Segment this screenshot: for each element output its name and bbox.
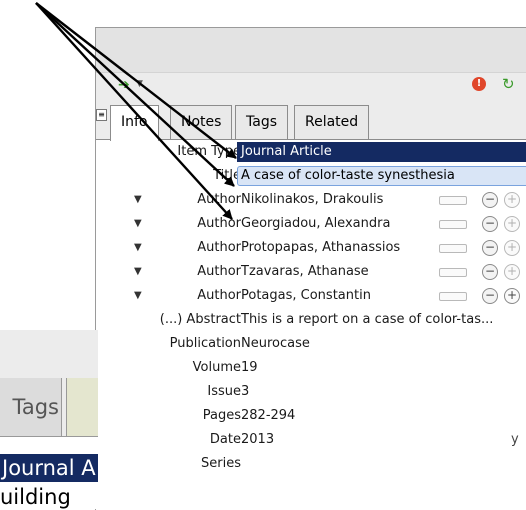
field-label: Issue bbox=[207, 384, 241, 399]
green-right-arrow-icon[interactable]: ➔ bbox=[118, 77, 130, 93]
pages-field[interactable]: 282-294 bbox=[241, 408, 295, 423]
add-author-icon[interactable]: + bbox=[504, 192, 520, 208]
author-name[interactable]: Nikolinakos, Drakoulis bbox=[241, 192, 383, 207]
chevron-down-icon[interactable]: ▼ bbox=[136, 79, 143, 89]
remove-author-icon[interactable]: − bbox=[482, 264, 498, 280]
collapse-toggle-icon[interactable]: ≡ bbox=[96, 109, 107, 121]
error-icon[interactable]: ! bbox=[472, 77, 486, 91]
add-author-icon[interactable]: + bbox=[504, 240, 520, 256]
issue-field[interactable]: 3 bbox=[241, 384, 249, 399]
field-label: Volume bbox=[192, 360, 241, 375]
add-author-icon[interactable]: + bbox=[504, 216, 520, 232]
date-field[interactable]: 2013 bbox=[241, 432, 274, 447]
creator-type-dropdown-icon[interactable]: ▼ bbox=[134, 266, 142, 277]
field-label[interactable]: Author bbox=[197, 216, 241, 231]
abstract-field[interactable]: This is a report on a case of color-tas.… bbox=[241, 312, 493, 327]
author-row: ▼ Author Nikolinakos, Drakoulis − + bbox=[96, 188, 526, 212]
swap-name-icon[interactable] bbox=[439, 220, 467, 229]
publication-field[interactable]: Neurocase bbox=[241, 336, 310, 351]
field-label[interactable]: Author bbox=[197, 264, 241, 279]
field-row-abstract: (...) Abstract This is a report on a cas… bbox=[96, 308, 526, 332]
field-row-volume: Volume 19 bbox=[96, 356, 526, 380]
author-name[interactable]: Georgiadou, Alexandra bbox=[241, 216, 390, 231]
inset-next-text: uilding bbox=[0, 486, 71, 509]
creator-type-dropdown-icon[interactable]: ▼ bbox=[134, 194, 142, 205]
field-label: Publication bbox=[169, 336, 241, 351]
tab-tags[interactable]: Tags bbox=[235, 105, 288, 139]
sync-icon[interactable]: ↻ bbox=[502, 75, 515, 93]
date-format-indicator: y bbox=[511, 432, 519, 447]
field-row-pages: Pages 282-294 bbox=[96, 404, 526, 428]
inset-tab-tags: Tags bbox=[0, 378, 62, 436]
creator-type-dropdown-icon[interactable]: ▼ bbox=[134, 218, 142, 229]
swap-name-icon[interactable] bbox=[439, 292, 467, 301]
inset-tab-related bbox=[66, 378, 98, 436]
inset-tabstrip: Tags bbox=[0, 358, 98, 437]
field-row-date: Date 2013 y bbox=[96, 428, 526, 452]
swap-name-icon[interactable] bbox=[439, 268, 467, 277]
field-row-title: Title A case of color-taste synesthesia bbox=[96, 164, 526, 188]
tab-info[interactable]: Info bbox=[110, 105, 159, 141]
field-label: Series bbox=[201, 456, 241, 471]
title-bar bbox=[96, 28, 526, 73]
add-author-icon[interactable]: + bbox=[504, 264, 520, 280]
field-label[interactable]: Author bbox=[197, 288, 241, 303]
swap-name-icon[interactable] bbox=[439, 196, 467, 205]
author-row: ▼ Author Georgiadou, Alexandra − + bbox=[96, 212, 526, 236]
inset-toolbar bbox=[0, 330, 98, 358]
field-label: Date bbox=[209, 432, 241, 447]
item-type-select[interactable]: Journal Article bbox=[237, 142, 526, 162]
creator-type-dropdown-icon[interactable]: ▼ bbox=[134, 242, 142, 253]
remove-author-icon[interactable]: − bbox=[482, 240, 498, 256]
volume-field[interactable]: 19 bbox=[241, 360, 258, 375]
author-name[interactable]: Protopapas, Athanassios bbox=[241, 240, 400, 255]
inset-selected-text: Journal A bbox=[0, 454, 98, 482]
author-row: ▼ Author Protopapas, Athanassios − + bbox=[96, 236, 526, 260]
tab-notes[interactable]: Notes bbox=[170, 105, 233, 139]
field-label[interactable]: Author bbox=[197, 192, 241, 207]
add-author-icon[interactable]: + bbox=[504, 288, 520, 304]
toolbar: ➔ ▼ ! ↻ bbox=[96, 73, 526, 99]
item-pane-window: ➔ ▼ ! ↻ Info Notes Tags Related ≡ Item T… bbox=[95, 27, 526, 510]
field-row-issue: Issue 3 bbox=[96, 380, 526, 404]
field-row-publication: Publication Neurocase bbox=[96, 332, 526, 356]
item-tabs: Info Notes Tags Related bbox=[96, 99, 526, 141]
field-label: Pages bbox=[202, 408, 241, 423]
field-label[interactable]: Author bbox=[197, 240, 241, 255]
author-name[interactable]: Tzavaras, Athanase bbox=[241, 264, 369, 279]
field-label: Item Type bbox=[177, 144, 241, 159]
field-row-series: Series bbox=[96, 452, 526, 476]
remove-author-icon[interactable]: − bbox=[482, 216, 498, 232]
author-row: ▼ Author Potagas, Constantin − + bbox=[96, 284, 526, 308]
field-label[interactable]: (...) Abstract bbox=[160, 312, 241, 327]
author-name[interactable]: Potagas, Constantin bbox=[241, 288, 371, 303]
author-row: ▼ Author Tzavaras, Athanase − + bbox=[96, 260, 526, 284]
title-field[interactable]: A case of color-taste synesthesia bbox=[237, 166, 526, 186]
tab-related[interactable]: Related bbox=[294, 105, 370, 139]
remove-author-icon[interactable]: − bbox=[482, 192, 498, 208]
remove-author-icon[interactable]: − bbox=[482, 288, 498, 304]
creator-type-dropdown-icon[interactable]: ▼ bbox=[134, 290, 142, 301]
field-row-item-type: Item Type Journal Article bbox=[96, 140, 526, 164]
swap-name-icon[interactable] bbox=[439, 244, 467, 253]
zoomed-inset: Tags Journal A uilding bbox=[0, 330, 98, 509]
